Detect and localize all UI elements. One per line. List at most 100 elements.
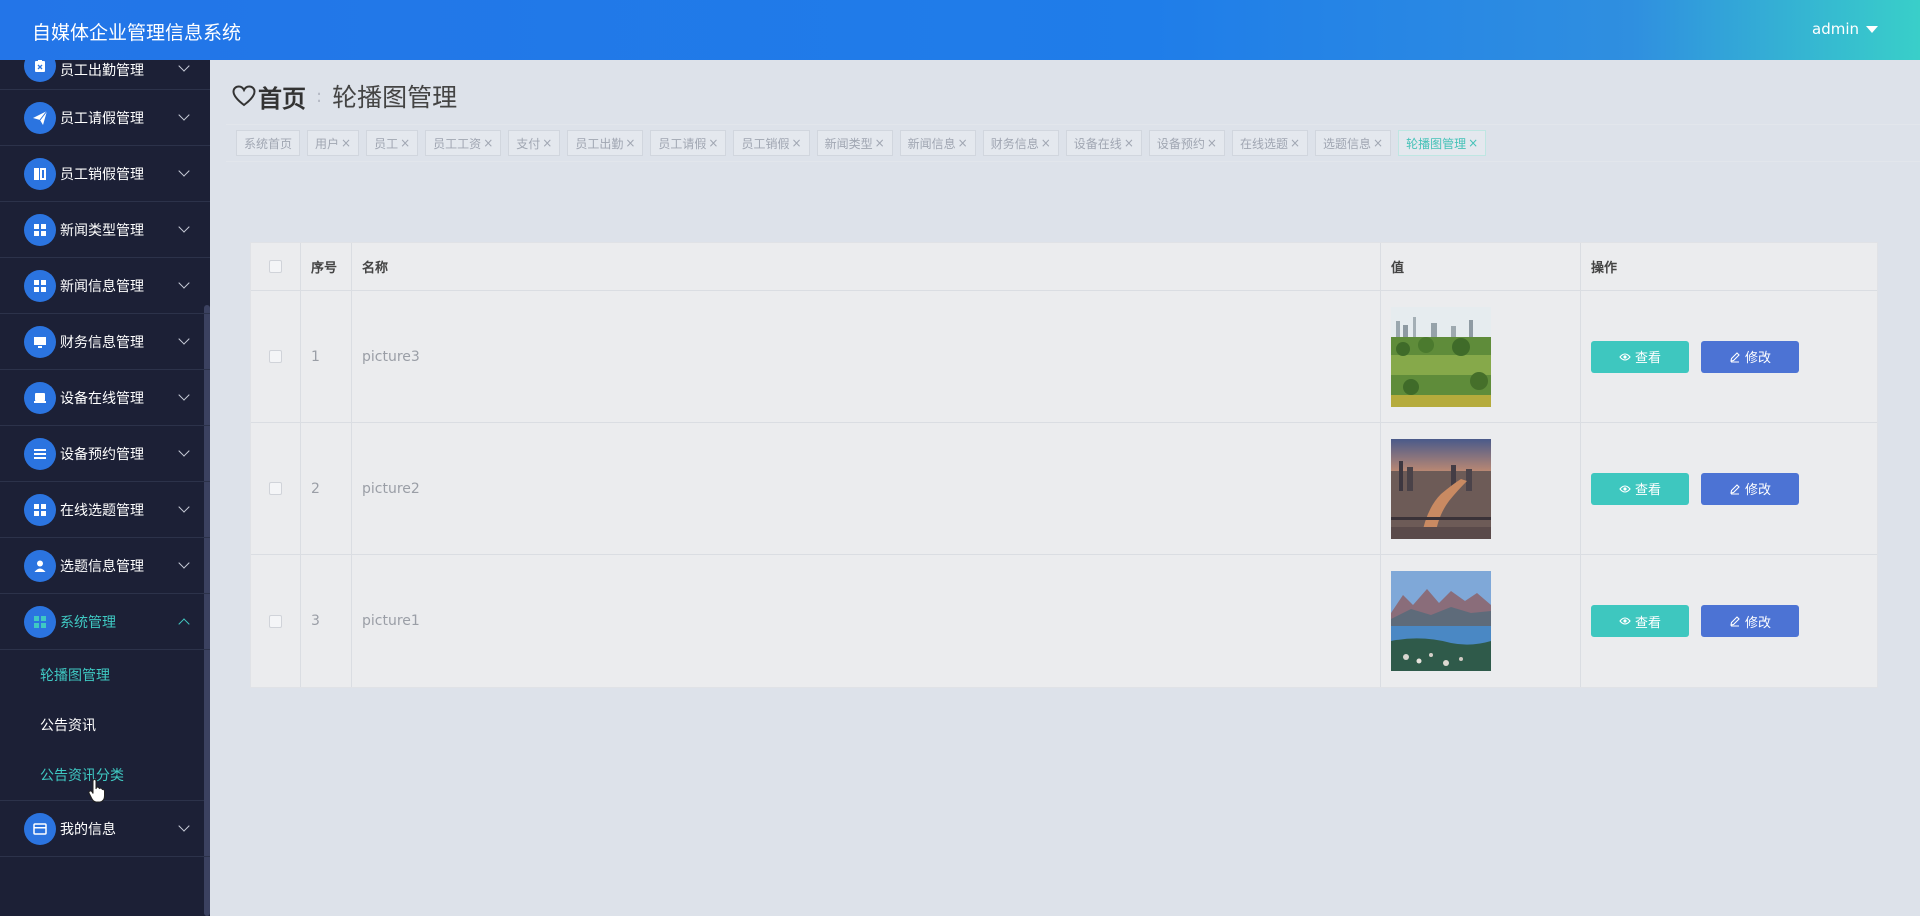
close-icon[interactable]: × [792, 136, 802, 150]
pencil-icon [1730, 483, 1740, 494]
tag-label: 轮播图管理 [1406, 136, 1467, 151]
sidebar-item-device-booking[interactable]: 设备预约管理 [0, 426, 210, 482]
tag-item[interactable]: 支付 × [508, 130, 561, 156]
tag-item[interactable]: 员工请假 × [650, 130, 727, 156]
sidebar-item-label: 在线选题管理 [60, 502, 144, 519]
sidebar-item-news-info[interactable]: 新闻信息管理 [0, 258, 210, 314]
submenu-item-carousel[interactable]: 轮播图管理 [0, 650, 210, 700]
row-checkbox[interactable] [269, 482, 282, 495]
clipboard-icon [24, 60, 56, 82]
chevron-down-icon [178, 277, 190, 289]
close-icon[interactable]: × [1468, 136, 1478, 150]
sidebar-item-label: 员工销假管理 [60, 166, 144, 183]
tag-item[interactable]: 设备在线 × [1065, 130, 1142, 156]
tag-label: 系统首页 [244, 136, 293, 151]
tag-item[interactable]: 新闻信息 × [899, 130, 976, 156]
view-button[interactable]: 查看 [1591, 340, 1689, 373]
edit-button[interactable]: 修改 [1701, 472, 1799, 505]
sidebar-item-my-info[interactable]: 我的信息 [0, 801, 210, 857]
edit-button[interactable]: 修改 [1701, 605, 1799, 637]
tag-item[interactable]: 员工销假 × [733, 130, 810, 156]
sidebar-item-system[interactable]: 系统管理 [0, 594, 210, 650]
tag-label: 设备在线 [1073, 136, 1122, 151]
breadcrumb-home[interactable]: 首页 [232, 79, 306, 114]
submenu-item-announcement[interactable]: 公告资讯 [0, 700, 210, 750]
tag-item[interactable]: 轮播图管理 × [1398, 130, 1487, 156]
close-icon[interactable]: × [708, 136, 718, 150]
sidebar-item-device-online[interactable]: 设备在线管理 [0, 370, 210, 426]
chevron-down-icon [178, 60, 190, 72]
tag-item[interactable]: 员工 × [366, 130, 419, 156]
sidebar-item-leave[interactable]: 员工请假管理 [0, 90, 210, 146]
close-icon[interactable]: × [1207, 136, 1217, 150]
tag-item[interactable]: 员工工资 × [425, 130, 502, 156]
edit-button[interactable]: 修改 [1701, 340, 1799, 373]
sidebar-item-cancel-leave[interactable]: 员工销假管理 [0, 146, 210, 202]
row-value [1381, 291, 1581, 422]
sidebar-item-news-type[interactable]: 新闻类型管理 [0, 202, 210, 258]
close-icon[interactable]: × [1373, 136, 1383, 150]
chevron-down-icon [178, 557, 190, 569]
tag-label: 支付 [516, 136, 541, 151]
user-name: admin [1812, 20, 1859, 38]
city-park-photo[interactable] [1391, 306, 1491, 407]
sidebar-item-finance[interactable]: 财务信息管理 [0, 314, 210, 370]
close-icon[interactable]: × [1041, 136, 1051, 150]
breadcrumb-current: 轮播图管理 [332, 83, 458, 112]
view-button[interactable]: 查看 [1591, 472, 1689, 505]
grid-icon [24, 213, 56, 246]
sidebar-item-online-topic[interactable]: 在线选题管理 [0, 482, 210, 538]
tag-label: 选题信息 [1323, 136, 1372, 151]
tag-item[interactable]: 在线选题 × [1231, 130, 1309, 156]
sidebar-item-label: 员工出勤管理 [60, 63, 144, 79]
row-actions: 查看 修改 [1581, 423, 1877, 554]
tag-item[interactable]: 设备预约 × [1148, 130, 1225, 156]
close-icon[interactable]: × [400, 136, 410, 150]
tag-item[interactable]: 新闻类型 × [816, 130, 893, 156]
select-all-cell [251, 243, 301, 290]
tag-item[interactable]: 员工出勤 × [567, 130, 644, 156]
tag-label: 新闻类型 [824, 136, 873, 151]
grid-icon [24, 605, 56, 638]
edit-button-label: 修改 [1744, 483, 1771, 498]
river-city-sunset-photo[interactable] [1391, 438, 1491, 539]
select-all-checkbox[interactable] [269, 260, 282, 273]
chevron-up-icon [178, 618, 190, 630]
chevron-down-icon [178, 165, 190, 177]
chevron-down-icon [178, 389, 190, 401]
view-button[interactable]: 查看 [1591, 605, 1689, 637]
close-icon[interactable]: × [341, 136, 351, 150]
user-menu[interactable]: admin [1812, 20, 1878, 38]
tag-label: 在线选题 [1239, 136, 1288, 151]
close-icon[interactable]: × [542, 136, 552, 150]
tag-item[interactable]: 用户 × [307, 130, 360, 156]
row-checkbox[interactable] [269, 614, 282, 628]
view-button-label: 查看 [1634, 483, 1661, 498]
row-checkbox[interactable] [269, 350, 282, 363]
tag-label: 员工销假 [741, 136, 790, 151]
tag-label: 用户 [315, 136, 340, 151]
sidebar-item-label: 设备在线管理 [60, 390, 144, 407]
sidebar-item-topic-info[interactable]: 选题信息管理 [0, 538, 210, 594]
row-value [1381, 423, 1581, 554]
close-icon[interactable]: × [1290, 136, 1300, 150]
eye-icon [1619, 484, 1631, 493]
tag-label: 财务信息 [990, 136, 1039, 151]
close-icon[interactable]: × [483, 136, 493, 150]
sidebar-item-attendance[interactable]: 员工出勤管理 [0, 60, 210, 90]
edit-button-label: 修改 [1744, 351, 1771, 366]
chevron-down-icon [178, 820, 190, 832]
heart-icon [232, 85, 256, 107]
tag-item[interactable]: 选题信息 × [1315, 130, 1392, 156]
close-icon[interactable]: × [875, 136, 885, 150]
close-icon[interactable]: × [625, 136, 635, 150]
close-icon[interactable]: × [958, 136, 968, 150]
tag-item[interactable]: 系统首页 [236, 130, 301, 156]
tag-label: 员工工资 [433, 136, 482, 151]
tag-item[interactable]: 财务信息 × [982, 130, 1059, 156]
row-name: picture1 [352, 555, 1381, 687]
mountain-lake-town-photo[interactable] [1391, 571, 1491, 671]
close-icon[interactable]: × [1124, 136, 1134, 150]
column-header-name: 名称 [352, 243, 1381, 290]
sidebar-item-label: 系统管理 [60, 614, 116, 631]
